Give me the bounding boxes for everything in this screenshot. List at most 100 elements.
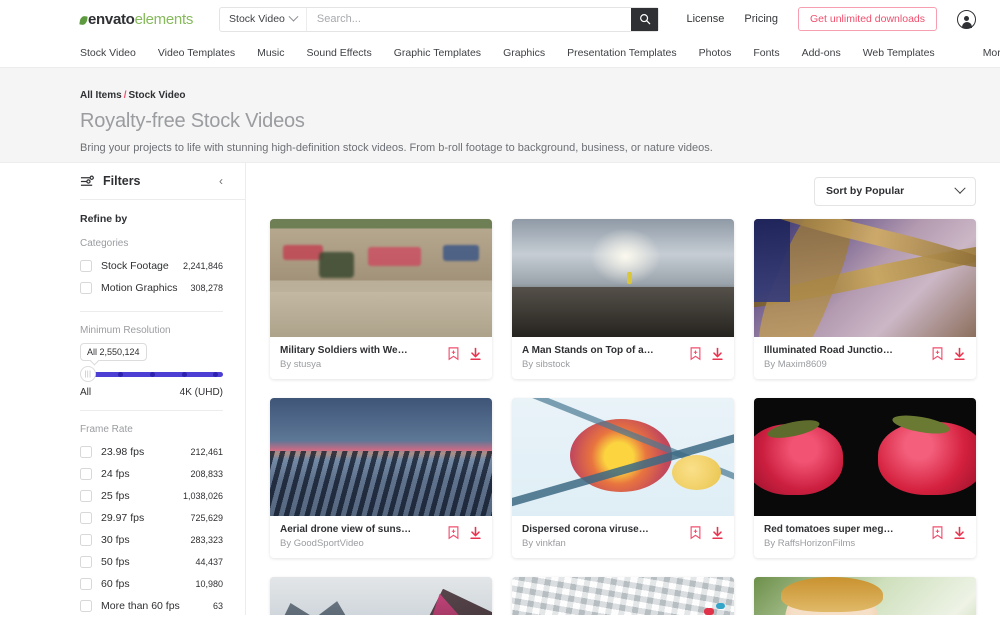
result-card[interactable]: Aerial drone view of sunset snow ... By … — [270, 398, 492, 558]
breadcrumb-all-items[interactable]: All Items — [80, 90, 122, 101]
result-card[interactable]: Military Soldiers with Weapons D... By s… — [270, 219, 492, 379]
nav-item-music[interactable]: Music — [257, 47, 284, 59]
bookmark-plus-icon[interactable] — [689, 526, 702, 540]
bookmark-plus-icon[interactable] — [931, 347, 944, 361]
result-card[interactable] — [270, 577, 492, 615]
nav-item-sound-effects[interactable]: Sound Effects — [307, 47, 372, 59]
breadcrumb-current[interactable]: Stock Video — [128, 90, 185, 101]
checkbox-more-than-60fps[interactable] — [80, 600, 92, 612]
result-author[interactable]: By GoodSportVideo — [280, 538, 412, 549]
result-thumbnail[interactable] — [512, 398, 734, 516]
bookmark-plus-icon[interactable] — [447, 347, 460, 361]
result-thumbnail[interactable] — [270, 577, 492, 615]
result-card-info: Aerial drone view of sunset snow ... By … — [270, 516, 492, 558]
nav-item-graphic-templates[interactable]: Graphic Templates — [394, 47, 481, 59]
filter-option-24fps[interactable]: 24 fps 208,833 — [80, 463, 245, 485]
slider-track[interactable] — [88, 371, 223, 377]
result-title[interactable]: Red tomatoes super mega macro ... — [764, 524, 896, 535]
result-thumbnail[interactable] — [512, 577, 734, 615]
result-card[interactable]: Illuminated Road Junction and Ca... By M… — [754, 219, 976, 379]
bookmark-plus-icon[interactable] — [447, 526, 460, 540]
sidebar-divider — [80, 311, 223, 312]
filter-label: 60 fps — [101, 578, 130, 590]
user-avatar-icon[interactable] — [957, 9, 976, 29]
result-thumbnail[interactable] — [512, 219, 734, 337]
download-icon[interactable] — [711, 347, 724, 361]
search-category-select[interactable]: Stock Video — [220, 7, 307, 31]
main-navigation: Stock Video Video Templates Music Sound … — [0, 38, 1000, 68]
result-card[interactable] — [754, 577, 976, 615]
nav-item-stock-video[interactable]: Stock Video — [80, 47, 136, 59]
checkbox-2997fps[interactable] — [80, 512, 92, 524]
result-card-info: Illuminated Road Junction and Ca... By M… — [754, 337, 976, 379]
checkbox-25fps[interactable] — [80, 490, 92, 502]
search-input[interactable] — [306, 7, 632, 31]
result-author[interactable]: By stusya — [280, 359, 412, 370]
nav-item-graphics[interactable]: Graphics — [503, 47, 545, 59]
checkbox-stock-footage[interactable] — [80, 260, 92, 272]
result-author[interactable]: By sibstock — [522, 359, 654, 370]
checkbox-motion-graphics[interactable] — [80, 282, 92, 294]
checkbox-30fps[interactable] — [80, 534, 92, 546]
result-card[interactable]: Red tomatoes super mega macro ... By Raf… — [754, 398, 976, 558]
checkbox-60fps[interactable] — [80, 578, 92, 590]
nav-item-add-ons[interactable]: Add-ons — [802, 47, 841, 59]
chevron-left-icon[interactable]: ‹ — [219, 175, 223, 187]
get-unlimited-downloads-button[interactable]: Get unlimited downloads — [798, 7, 937, 31]
result-title[interactable]: Illuminated Road Junction and Ca... — [764, 345, 896, 356]
license-link[interactable]: License — [686, 13, 724, 25]
result-title[interactable]: Dispersed corona viruses with ne... — [522, 524, 654, 535]
resolution-slider[interactable]: ||| — [80, 366, 223, 382]
download-icon[interactable] — [711, 526, 724, 540]
bookmark-plus-icon[interactable] — [931, 526, 944, 540]
result-card[interactable]: A Man Stands on Top of a Cliff an... By … — [512, 219, 734, 379]
filter-count: 283,323 — [190, 535, 223, 545]
sort-dropdown[interactable]: Sort by Popular — [814, 176, 976, 206]
nav-item-photos[interactable]: Photos — [699, 47, 732, 59]
filter-option-2398fps[interactable]: 23.98 fps 212,461 — [80, 441, 245, 463]
result-author[interactable]: By RaffsHorizonFilms — [764, 538, 896, 549]
chevron-down-icon — [954, 182, 966, 194]
result-title[interactable]: A Man Stands on Top of a Cliff an... — [522, 345, 654, 356]
bookmark-plus-icon[interactable] — [689, 347, 702, 361]
nav-item-fonts[interactable]: Fonts — [753, 47, 779, 59]
result-card[interactable]: Dispersed corona viruses with ne... By v… — [512, 398, 734, 558]
result-author[interactable]: By vinkfan — [522, 538, 654, 549]
result-title[interactable]: Aerial drone view of sunset snow ... — [280, 524, 412, 535]
download-icon[interactable] — [469, 526, 482, 540]
filter-option-motion-graphics[interactable]: Motion Graphics 308,278 — [80, 277, 245, 299]
download-icon[interactable] — [953, 526, 966, 540]
filter-option-30fps[interactable]: 30 fps 283,323 — [80, 529, 245, 551]
categories-section-label: Categories — [80, 238, 129, 249]
nav-item-presentation-templates[interactable]: Presentation Templates — [567, 47, 677, 59]
result-author[interactable]: By Maxim8609 — [764, 359, 896, 370]
pricing-link[interactable]: Pricing — [744, 13, 778, 25]
slider-handle[interactable]: ||| — [80, 366, 96, 382]
filter-option-stock-footage[interactable]: Stock Footage 2,241,846 — [80, 255, 245, 277]
checkbox-2398fps[interactable] — [80, 446, 92, 458]
filter-count: 725,629 — [190, 513, 223, 523]
filter-option-2997fps[interactable]: 29.97 fps 725,629 — [80, 507, 245, 529]
filter-option-more-than-60fps[interactable]: More than 60 fps 63 — [80, 595, 245, 615]
download-icon[interactable] — [953, 347, 966, 361]
result-title[interactable]: Military Soldiers with Weapons D... — [280, 345, 412, 356]
result-thumbnail[interactable] — [270, 398, 492, 516]
filter-option-50fps[interactable]: 50 fps 44,437 — [80, 551, 245, 573]
result-card[interactable] — [512, 577, 734, 615]
nav-item-video-templates[interactable]: Video Templates — [158, 47, 235, 59]
filter-count: 63 — [212, 601, 223, 611]
result-thumbnail[interactable] — [270, 219, 492, 337]
result-thumbnail[interactable] — [754, 577, 976, 615]
envato-elements-logo[interactable]: envato elements — [79, 11, 193, 28]
result-thumbnail[interactable] — [754, 398, 976, 516]
nav-item-more[interactable]: More — [983, 47, 1000, 59]
checkbox-24fps[interactable] — [80, 468, 92, 480]
nav-item-web-templates[interactable]: Web Templates — [863, 47, 935, 59]
filter-option-25fps[interactable]: 25 fps 1,038,026 — [80, 485, 245, 507]
filter-option-60fps[interactable]: 60 fps 10,980 — [80, 573, 245, 595]
download-icon[interactable] — [469, 347, 482, 361]
search-submit-button[interactable] — [631, 7, 659, 31]
filter-count: 2,241,846 — [182, 261, 223, 271]
checkbox-50fps[interactable] — [80, 556, 92, 568]
result-thumbnail[interactable] — [754, 219, 976, 337]
